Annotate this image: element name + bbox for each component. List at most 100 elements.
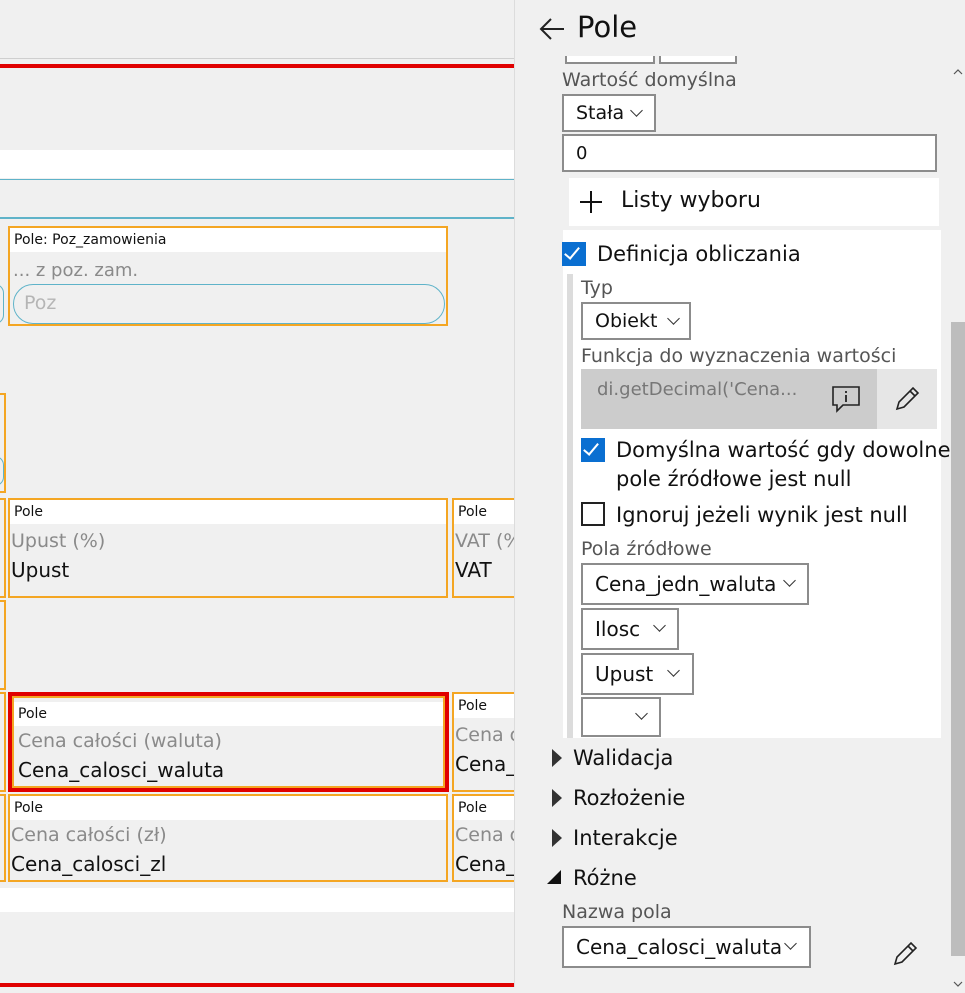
container-frame[interactable] (0, 179, 514, 219)
partial-field[interactable] (0, 498, 6, 598)
scroll-up-icon[interactable] (953, 62, 963, 75)
poz-placeholder: Poz (24, 292, 57, 314)
section-misc[interactable]: Różne (573, 866, 637, 890)
chevron-down-icon (667, 312, 680, 325)
type-label: Typ (581, 277, 613, 299)
poz-input[interactable]: Poz (13, 284, 445, 324)
field-name-label: Nazwa pola (562, 901, 672, 923)
field-upust[interactable]: Pole Upust (%) Upust (8, 498, 448, 598)
section-band (0, 150, 514, 178)
partial-input[interactable] (0, 284, 4, 324)
default-value-input[interactable]: 0 (562, 134, 937, 172)
field-value: Cena_ (455, 752, 514, 776)
indent-bar (567, 274, 573, 738)
edit-field-name-pencil-icon[interactable] (891, 940, 919, 968)
field-cena-calosci-waluta[interactable]: Pole Cena całości (waluta) Cena_calosci_… (12, 696, 445, 788)
chevron-down-icon (784, 937, 797, 950)
source-field-value: Cena_jedn_waluta (595, 572, 777, 596)
properties-panel: Pole Wartość domyślna Stała 0 Listy wybo… (514, 0, 965, 987)
collapse-triangle-icon[interactable] (547, 869, 561, 884)
type-select[interactable]: Obiekt (581, 302, 691, 340)
default-value-text: 0 (576, 142, 588, 164)
field-poz-zamowienia[interactable]: Pole: Poz_zamowienia ... z poz. zam. Poz (8, 226, 448, 326)
field-type-label: Pole: Poz_zamowienia (10, 228, 446, 252)
field-caption: VAT (% (455, 530, 514, 552)
calc-definition-checkbox[interactable] (562, 242, 586, 266)
clipped-control (659, 56, 737, 64)
choice-lists-label[interactable]: Listy wyboru (621, 188, 761, 213)
type-value: Obiekt (595, 310, 658, 332)
partial-field[interactable] (0, 692, 6, 792)
source-fields-label: Pola źródłowe (581, 538, 712, 560)
scrollbar-thumb[interactable] (951, 322, 965, 956)
edit-function-button[interactable] (877, 369, 937, 429)
divider (0, 58, 514, 59)
panel-title: Pole (577, 10, 638, 44)
comment-info-icon[interactable] (831, 385, 861, 413)
field-type-label: Pole (454, 796, 514, 820)
source-field-select[interactable]: Ilosc (581, 608, 679, 650)
field-caption: ... z poz. zam. (13, 260, 139, 281)
clipped-control (565, 56, 655, 64)
check-icon (583, 439, 599, 456)
field-caption: Cena c (455, 724, 514, 746)
chevron-down-icon (667, 664, 680, 677)
source-field-select-empty[interactable] (581, 697, 661, 737)
expand-triangle-icon[interactable] (552, 749, 562, 767)
chevron-down-icon (630, 104, 643, 117)
ignore-if-null-checkbox[interactable] (581, 502, 605, 526)
default-value-label: Wartość domyślna (562, 69, 737, 91)
field-value: VAT (455, 558, 492, 582)
field-value: Cena_calosci_zl (11, 852, 167, 876)
scrollbar[interactable] (951, 60, 965, 987)
field-cena-c[interactable]: Pole Cena c Cena_ (452, 692, 514, 792)
field-value: Cena_ (455, 852, 514, 876)
partial-field[interactable] (0, 794, 6, 882)
field-type-label: Pole (454, 500, 514, 524)
field-cena-calosci-zl[interactable]: Pole Cena całości (zł) Cena_calosci_zl (8, 794, 448, 882)
field-name-select[interactable]: Cena_calosci_waluta (562, 926, 811, 968)
pencil-icon (893, 385, 921, 413)
section-area (0, 68, 514, 138)
function-value: di.getDecimal('Cena... (597, 379, 798, 400)
default-value-mode: Stała (576, 102, 625, 124)
function-label: Funkcja do wyznaczenia wartości (581, 345, 897, 367)
scroll-down-icon[interactable] (953, 974, 963, 987)
section-band (0, 888, 514, 912)
calc-definition-label: Definicja obliczania (597, 242, 801, 266)
ignore-if-null-label: Ignoruj jeżeli wynik jest null (616, 503, 908, 527)
expand-triangle-icon[interactable] (552, 829, 562, 847)
partial-field[interactable] (0, 600, 6, 690)
section-validation[interactable]: Walidacja (573, 746, 673, 770)
check-icon (564, 243, 580, 260)
default-if-null-label-line1: Domyślna wartość gdy dowolne (616, 438, 951, 462)
field-name-value: Cena_calosci_waluta (576, 935, 783, 959)
field-caption: Cena c (455, 824, 514, 846)
section-interactions[interactable]: Interakcje (573, 826, 678, 850)
field-type-label: Pole (10, 796, 446, 820)
selected-section-border (0, 983, 514, 987)
expand-triangle-icon[interactable] (552, 789, 562, 807)
field-value: Upust (11, 558, 70, 582)
source-field-select[interactable]: Upust (581, 653, 694, 695)
chevron-down-icon (635, 707, 648, 720)
source-field-value: Upust (595, 662, 654, 686)
field-caption: Cena całości (zł) (11, 824, 167, 846)
plus-icon[interactable] (579, 190, 603, 214)
chevron-down-icon (783, 574, 796, 587)
section-layout[interactable]: Rozłożenie (573, 786, 685, 810)
source-field-select[interactable]: Cena_jedn_waluta (581, 563, 809, 605)
field-caption: Upust (%) (11, 530, 106, 552)
back-arrow-icon[interactable] (537, 14, 567, 44)
default-value-mode-select[interactable]: Stała (562, 94, 656, 132)
form-design-canvas[interactable]: Pole: Poz_zamowienia ... z poz. zam. Poz… (0, 0, 514, 987)
default-if-null-checkbox[interactable] (581, 438, 605, 462)
field-vat[interactable]: Pole VAT (% VAT (452, 498, 514, 598)
source-field-value: Ilosc (595, 617, 641, 641)
chevron-down-icon (653, 619, 666, 632)
field-type-label: Pole (454, 694, 514, 718)
function-field[interactable]: di.getDecimal('Cena... (581, 369, 877, 429)
default-if-null-label-line2: pole źródłowe jest null (616, 467, 852, 491)
field-cena-c[interactable]: Pole Cena c Cena_ (452, 794, 514, 882)
field-type-label: Pole (14, 702, 443, 726)
